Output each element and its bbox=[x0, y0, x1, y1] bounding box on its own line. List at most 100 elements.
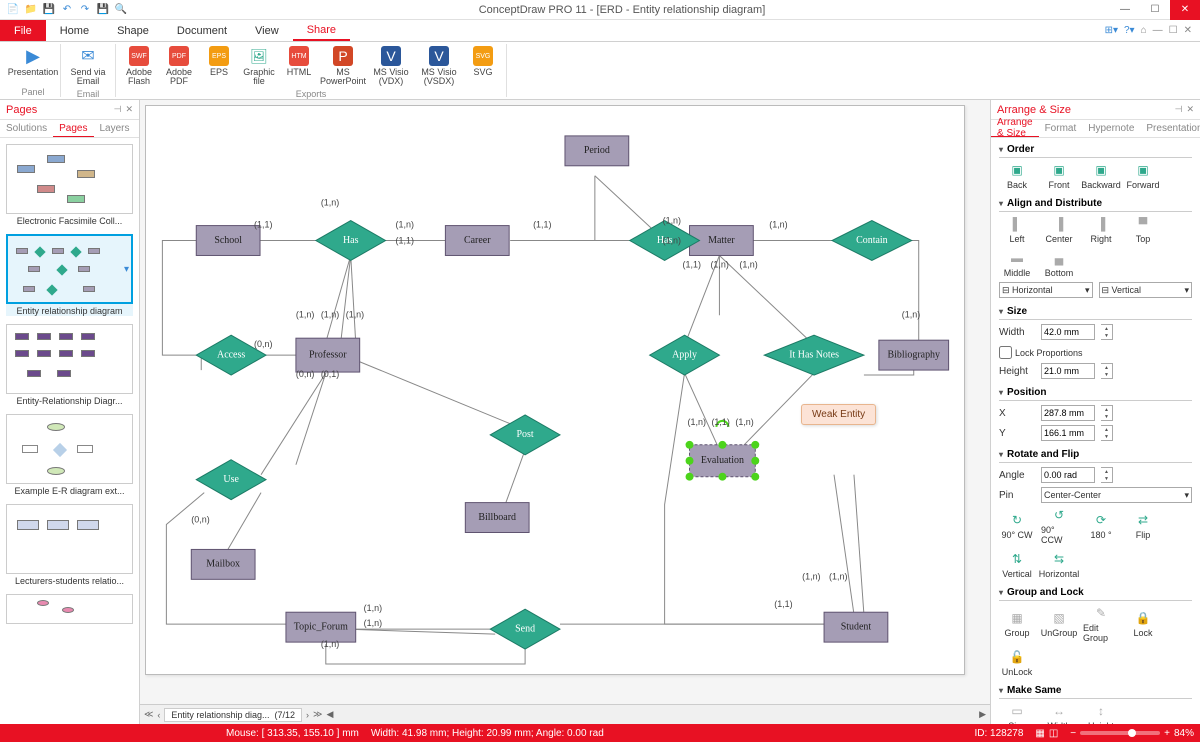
tab-format[interactable]: Format bbox=[1039, 120, 1083, 137]
restore-icon[interactable]: — bbox=[1153, 25, 1163, 36]
entity-career[interactable]: Career bbox=[445, 226, 509, 256]
rel-ithasnotes[interactable]: It Has Notes bbox=[764, 335, 864, 375]
entity-mailbox[interactable]: Mailbox bbox=[191, 549, 255, 579]
sheet-nav-last[interactable]: ≫ bbox=[313, 709, 322, 720]
export-svg-button[interactable]: SVGSVG bbox=[464, 44, 502, 89]
align-middle-button[interactable]: ▬Middle bbox=[999, 250, 1035, 278]
order-forward-button[interactable]: ▣Forward bbox=[1125, 162, 1161, 190]
distribute-h-combo[interactable]: ⊟ Horizontal▾ bbox=[999, 282, 1093, 298]
rotate-180-button[interactable]: ⟳180 ° bbox=[1083, 512, 1119, 540]
rel-apply[interactable]: Apply bbox=[650, 335, 720, 375]
align-right-button[interactable]: ▐Right bbox=[1083, 216, 1119, 244]
tab-document[interactable]: Document bbox=[163, 20, 241, 41]
lock-proportions-check[interactable]: Lock Proportions bbox=[999, 346, 1083, 359]
zoom-in-icon[interactable]: + bbox=[1164, 728, 1170, 739]
rel-contain[interactable]: Contain bbox=[832, 221, 912, 261]
help-icon[interactable]: ?▾ bbox=[1124, 25, 1135, 36]
chevron-down-icon[interactable]: ▾ bbox=[124, 264, 129, 275]
entity-student[interactable]: Student bbox=[824, 612, 888, 642]
close2-icon[interactable]: ✕ bbox=[1184, 25, 1192, 36]
export-html-button[interactable]: HTMHTML bbox=[280, 44, 318, 89]
presentation-button[interactable]: ▶ Presentation bbox=[10, 44, 56, 79]
width-input[interactable] bbox=[1041, 324, 1095, 340]
minimize-button[interactable]: — bbox=[1110, 0, 1140, 20]
order-back-button[interactable]: ▣Back bbox=[999, 162, 1035, 190]
qat-save2-icon[interactable]: 💾 bbox=[96, 3, 110, 17]
export-vsdx-button[interactable]: VMS Visio (VSDX) bbox=[416, 44, 462, 89]
snap-icon[interactable]: ◫ bbox=[1049, 728, 1058, 739]
rel-post[interactable]: Post bbox=[490, 415, 560, 455]
same-width-button[interactable]: ↔Width bbox=[1041, 703, 1077, 724]
y-spinner[interactable]: ▲▼ bbox=[1101, 425, 1113, 441]
tab-view[interactable]: View bbox=[241, 20, 293, 41]
export-eps-button[interactable]: EPSEPS bbox=[200, 44, 238, 89]
entity-bibliography[interactable]: Bibliography bbox=[879, 340, 949, 370]
tab-pages[interactable]: Pages bbox=[53, 120, 93, 137]
tab-layers[interactable]: Layers bbox=[94, 120, 136, 137]
align-center-button[interactable]: ▐Center bbox=[1041, 216, 1077, 244]
lock-button[interactable]: 🔒Lock bbox=[1125, 610, 1161, 638]
pin-icon[interactable]: ⊣ bbox=[114, 104, 122, 115]
grid-icon[interactable]: ▦ bbox=[1035, 728, 1044, 739]
home-icon[interactable]: ⌂ bbox=[1141, 25, 1147, 36]
tab-home[interactable]: Home bbox=[46, 20, 103, 41]
qat-undo-icon[interactable]: ↶ bbox=[60, 3, 74, 17]
pin-icon[interactable]: ⊣ bbox=[1175, 104, 1183, 115]
same-height-button[interactable]: ↕Height bbox=[1083, 703, 1119, 724]
sheet-nav-first[interactable]: ≪ bbox=[144, 709, 153, 720]
same-size-button[interactable]: ▭Size bbox=[999, 703, 1035, 724]
align-bottom-button[interactable]: ▄Bottom bbox=[1041, 250, 1077, 278]
qat-open-icon[interactable]: 📁 bbox=[24, 3, 38, 17]
zoom-controls[interactable]: − + 84% bbox=[1070, 728, 1194, 739]
close-button[interactable]: ✕ bbox=[1170, 0, 1200, 20]
height-input[interactable] bbox=[1041, 363, 1095, 379]
tab-hypernote[interactable]: Hypernote bbox=[1082, 120, 1140, 137]
pin-combo[interactable]: Center-Center▾ bbox=[1041, 487, 1192, 503]
qat-save-icon[interactable]: 💾 bbox=[42, 3, 56, 17]
restore2-icon[interactable]: ☐ bbox=[1169, 25, 1178, 36]
canvas-scroll[interactable]: Period School Career Matter Bibliography… bbox=[145, 105, 980, 704]
angle-spinner[interactable]: ▲▼ bbox=[1101, 467, 1113, 483]
rotate-90ccw-button[interactable]: ↺90° CCW bbox=[1041, 507, 1077, 545]
tab-file[interactable]: File bbox=[0, 20, 46, 41]
qat-preview-icon[interactable]: 🔍 bbox=[114, 3, 128, 17]
rel-send[interactable]: Send bbox=[490, 609, 560, 649]
flip-button[interactable]: ⇄Flip bbox=[1125, 512, 1161, 540]
sheet-scroll-left[interactable]: ◀ bbox=[326, 709, 333, 720]
qat-redo-icon[interactable]: ↷ bbox=[78, 3, 92, 17]
height-spinner[interactable]: ▲▼ bbox=[1101, 363, 1113, 379]
page-thumb[interactable]: Entity-Relationship Diagr... bbox=[6, 324, 133, 406]
flip-v-button[interactable]: ⇅Vertical bbox=[999, 551, 1035, 579]
entity-topic-forum[interactable]: Topic_Forum bbox=[286, 612, 356, 642]
order-backward-button[interactable]: ▣Backward bbox=[1083, 162, 1119, 190]
qat-new-icon[interactable]: 📄 bbox=[6, 3, 20, 17]
align-top-button[interactable]: ▀Top bbox=[1125, 216, 1161, 244]
zoom-out-icon[interactable]: − bbox=[1070, 728, 1076, 739]
sheet-scroll-right[interactable]: ▶ bbox=[979, 709, 986, 720]
diagram-canvas[interactable]: Period School Career Matter Bibliography… bbox=[145, 105, 965, 675]
export-vdx-button[interactable]: VMS Visio (VDX) bbox=[368, 44, 414, 89]
x-spinner[interactable]: ▲▼ bbox=[1101, 405, 1113, 421]
tab-shape[interactable]: Shape bbox=[103, 20, 163, 41]
tab-solutions[interactable]: Solutions bbox=[0, 120, 53, 137]
close-panel-icon[interactable]: ✕ bbox=[1186, 104, 1194, 115]
rel-has1[interactable]: Has bbox=[316, 221, 386, 261]
page-thumb[interactable]: ▾ Entity relationship diagram bbox=[6, 234, 133, 316]
sheet-tab[interactable]: Entity relationship diag... (7/12 bbox=[164, 708, 302, 722]
align-left-button[interactable]: ▌Left bbox=[999, 216, 1035, 244]
edit-group-button[interactable]: ✎Edit Group bbox=[1083, 605, 1119, 643]
unlock-button[interactable]: 🔓UnLock bbox=[999, 649, 1035, 677]
export-graphic-button[interactable]: 🖼Graphic file bbox=[240, 44, 278, 89]
width-spinner[interactable]: ▲▼ bbox=[1101, 324, 1113, 340]
export-pdf-button[interactable]: PDFAdobe PDF bbox=[160, 44, 198, 89]
x-input[interactable] bbox=[1041, 405, 1095, 421]
tab-share[interactable]: Share bbox=[293, 20, 350, 41]
group-button[interactable]: ▦Group bbox=[999, 610, 1035, 638]
y-input[interactable] bbox=[1041, 425, 1095, 441]
entity-evaluation[interactable]: Evaluation bbox=[686, 421, 760, 481]
entity-professor[interactable]: Professor bbox=[296, 338, 360, 372]
flip-h-button[interactable]: ⇆Horizontal bbox=[1041, 551, 1077, 579]
angle-input[interactable] bbox=[1041, 467, 1095, 483]
page-thumb[interactable]: Lecturers-students relatio... bbox=[6, 504, 133, 586]
sheet-nav-prev[interactable]: ‹ bbox=[157, 710, 160, 720]
